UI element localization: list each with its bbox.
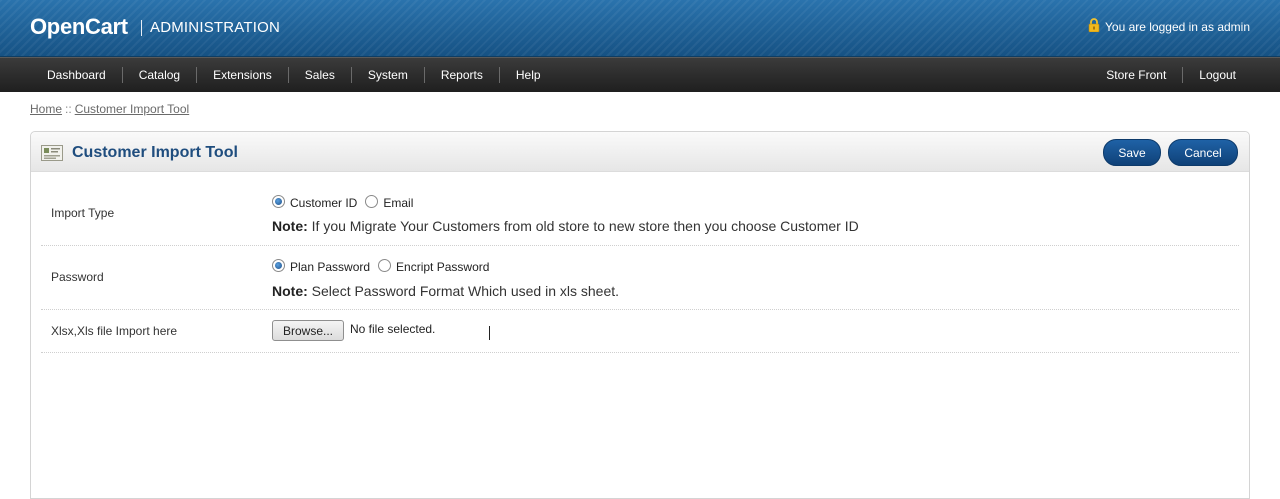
admin-title: ADMINISTRATION: [150, 19, 281, 36]
import-type-options: Customer ID Email: [272, 195, 421, 210]
encript-password-label[interactable]: Encript Password: [396, 260, 489, 274]
main-menu: Dashboard Catalog Extensions Sales Syste…: [0, 57, 1280, 92]
password-options: Plan Password Encript Password: [272, 259, 497, 274]
content-box: Customer Import Tool Save Cancel Import …: [30, 131, 1250, 499]
note-heading: Note:: [272, 218, 308, 234]
lock-icon: [1088, 18, 1100, 32]
breadcrumb-home[interactable]: Home: [30, 102, 62, 116]
app-logo[interactable]: OpenCart: [30, 14, 128, 40]
page-title: Customer Import Tool: [72, 144, 238, 161]
customer-id-label[interactable]: Customer ID: [290, 196, 357, 210]
note-text: If you Migrate Your Customers from old s…: [307, 218, 859, 234]
logo-divider: [141, 20, 142, 36]
login-status: You are logged in as admin: [1088, 18, 1250, 34]
menu-left-group: Dashboard Catalog Extensions Sales Syste…: [31, 58, 557, 92]
customer-id-radio[interactable]: [272, 195, 285, 208]
menu-item-catalog[interactable]: Catalog: [121, 67, 196, 83]
encript-password-radio[interactable]: [378, 259, 392, 272]
file-status-text: No file selected.: [350, 322, 436, 336]
password-row: Password Plan Password Encript Password N…: [41, 246, 1239, 310]
save-button[interactable]: Save: [1103, 139, 1161, 166]
menu-right-group: Store Front Logout: [1090, 58, 1252, 92]
email-radio[interactable]: [365, 195, 379, 208]
breadcrumb-current[interactable]: Customer Import Tool: [75, 102, 190, 116]
menu-item-dashboard[interactable]: Dashboard: [31, 67, 122, 83]
module-icon: [41, 145, 63, 161]
menu-item-logout[interactable]: Logout: [1182, 67, 1252, 83]
box-heading: Customer Import Tool Save Cancel: [31, 132, 1249, 172]
note-text: Select Password Format Which used in xls…: [307, 283, 620, 299]
text-cursor: [489, 326, 490, 340]
cancel-button[interactable]: Cancel: [1168, 139, 1238, 166]
breadcrumb-separator: ::: [65, 102, 72, 116]
menu-item-system[interactable]: System: [350, 67, 424, 83]
password-label: Password: [51, 270, 104, 284]
plan-password-label[interactable]: Plan Password: [290, 260, 370, 274]
password-note: Note: Select Password Format Which used …: [272, 283, 619, 299]
menu-item-store-front[interactable]: Store Front: [1090, 67, 1182, 83]
plan-password-radio[interactable]: [272, 259, 285, 272]
import-type-row: Import Type Customer ID Email Note: If yo…: [41, 172, 1239, 246]
note-heading: Note:: [272, 283, 308, 299]
breadcrumb: Home:: Customer Import Tool: [30, 102, 189, 116]
file-import-row: Xlsx,Xls file Import here Browse... No f…: [41, 310, 1239, 353]
email-label[interactable]: Email: [383, 196, 413, 210]
menu-item-reports[interactable]: Reports: [423, 67, 499, 83]
menu-item-help[interactable]: Help: [498, 67, 557, 83]
menu-item-extensions[interactable]: Extensions: [196, 67, 288, 83]
top-header: OpenCart ADMINISTRATION You are logged i…: [0, 0, 1280, 57]
file-import-label: Xlsx,Xls file Import here: [51, 324, 178, 338]
import-type-note: Note: If you Migrate Your Customers from…: [272, 218, 859, 234]
import-type-label: Import Type: [51, 206, 115, 220]
menu-item-sales[interactable]: Sales: [287, 67, 351, 83]
login-text: You are logged in as admin: [1105, 20, 1250, 34]
browse-button[interactable]: Browse...: [272, 320, 344, 341]
